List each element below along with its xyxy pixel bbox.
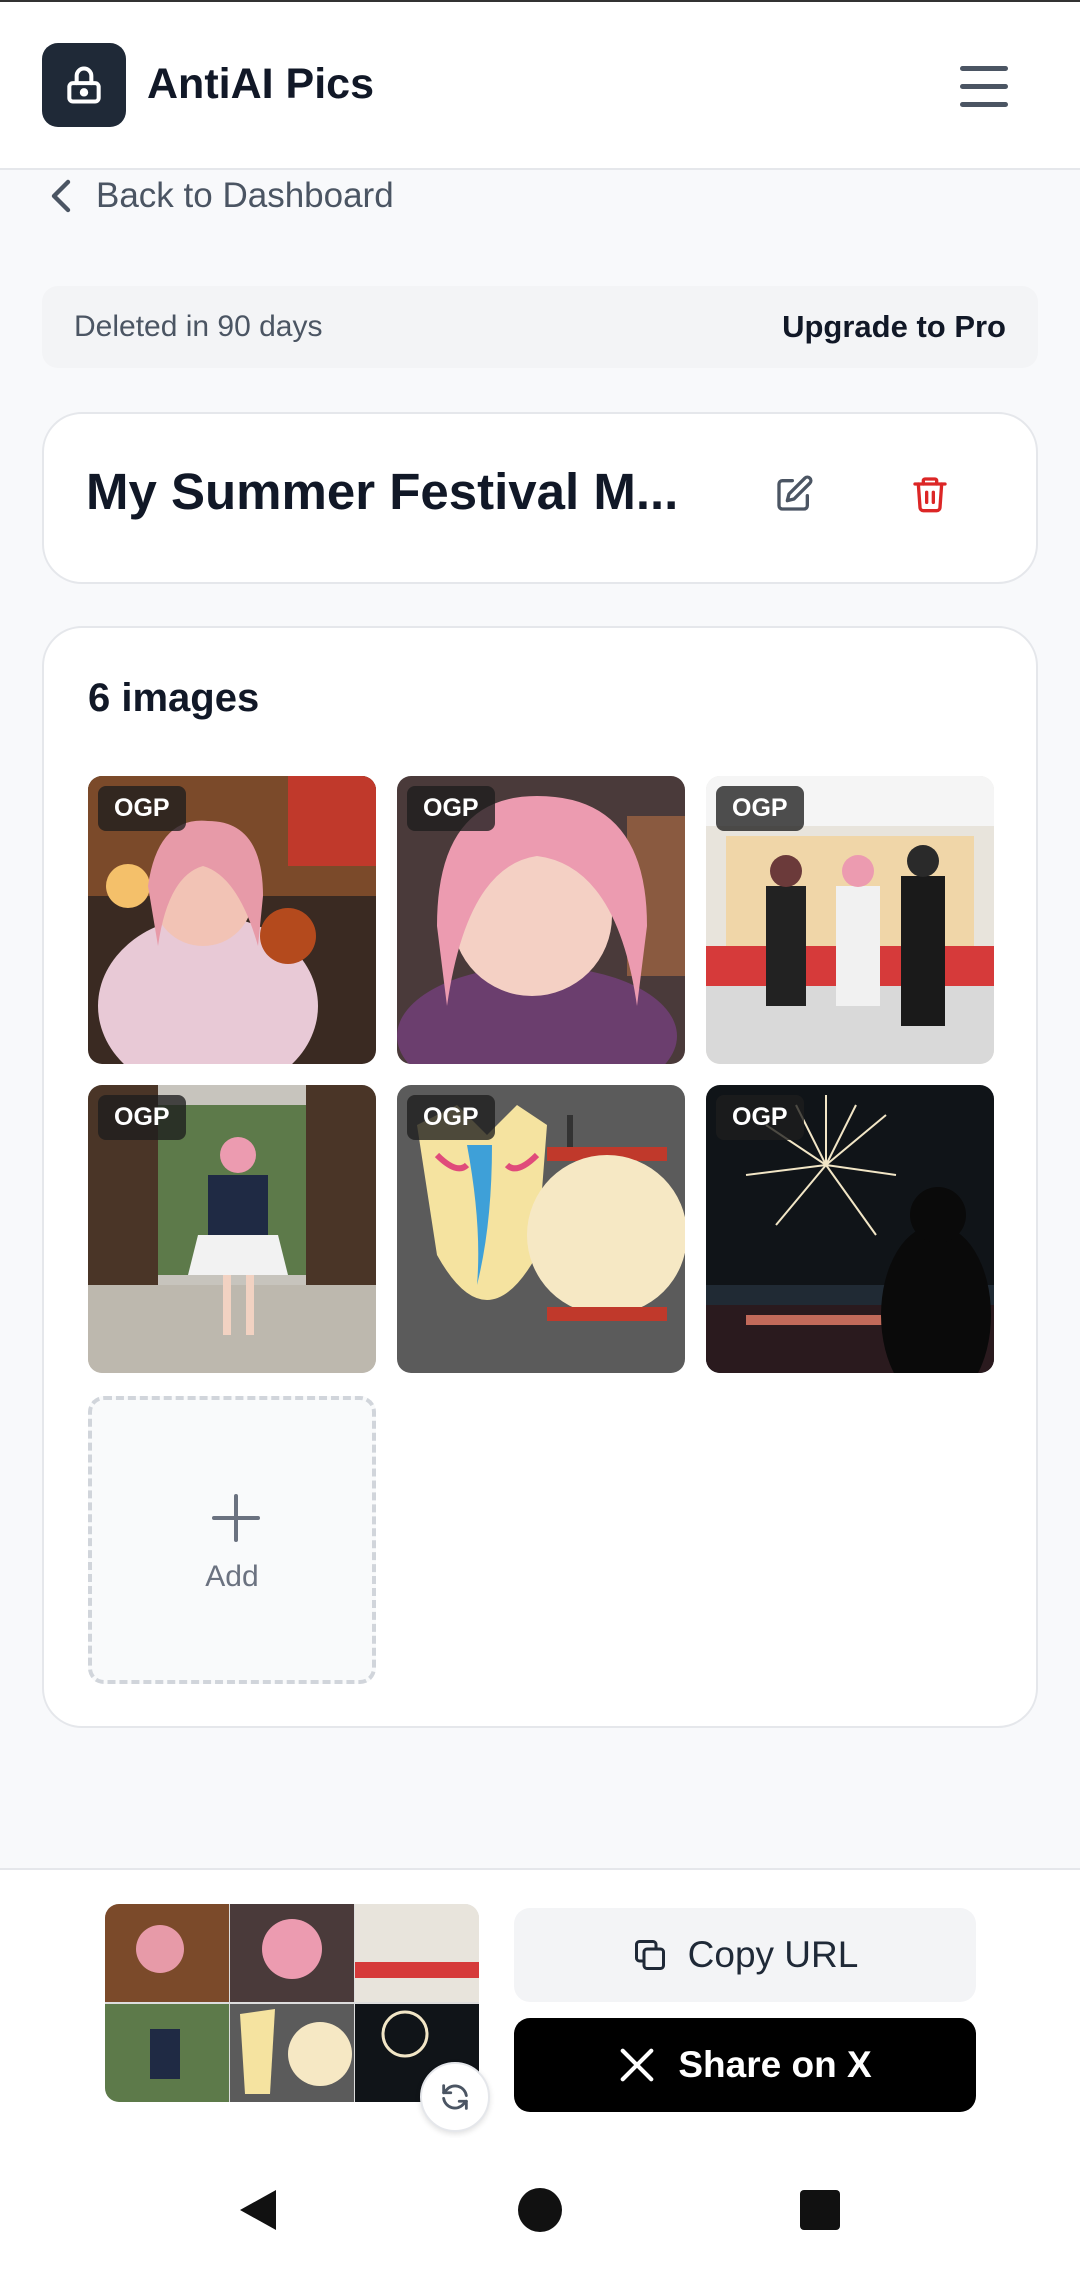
- copy-url-button[interactable]: Copy URL: [514, 1908, 976, 2002]
- image-thumbnail[interactable]: OGP: [88, 776, 376, 1064]
- retention-text: Deleted in 90 days: [74, 310, 323, 343]
- plus-icon: [212, 1494, 260, 1542]
- recents-square-icon[interactable]: [798, 2188, 842, 2232]
- back-to-dashboard-link[interactable]: Back to Dashboard: [48, 172, 394, 220]
- system-navigation-bar: [0, 2138, 1080, 2273]
- image-thumbnail[interactable]: OGP: [706, 1085, 994, 1373]
- image-thumbnail[interactable]: OGP: [397, 776, 685, 1064]
- refresh-icon: [442, 2084, 468, 2110]
- lock-icon: [67, 66, 101, 104]
- ogp-badge: OGP: [98, 1095, 186, 1140]
- regenerate-preview-button[interactable]: [420, 2062, 490, 2132]
- x-logo-icon: [621, 2048, 654, 2082]
- plan-banner: Deleted in 90 days Upgrade to Pro: [42, 286, 1038, 368]
- ogp-badge: OGP: [716, 1095, 804, 1140]
- upgrade-link[interactable]: Upgrade to Pro: [782, 309, 1006, 345]
- back-triangle-icon[interactable]: [234, 2186, 280, 2234]
- hamburger-menu-icon[interactable]: [950, 58, 1020, 114]
- back-label: Back to Dashboard: [96, 176, 394, 215]
- app-title: AntiAI Pics: [147, 60, 374, 108]
- home-circle-icon[interactable]: [516, 2186, 564, 2234]
- share-bar: Copy URL Share on X: [0, 1868, 1080, 2138]
- ogp-badge: OGP: [407, 1095, 495, 1140]
- ogp-preview-image: [105, 1904, 479, 2102]
- collage-preview: [105, 1904, 479, 2102]
- app-header: AntiAI Pics: [0, 2, 1080, 170]
- delete-album-button[interactable]: [910, 474, 960, 524]
- trash-icon: [913, 477, 947, 513]
- image-count: 6 images: [88, 676, 260, 720]
- share-on-x-button[interactable]: Share on X: [514, 2018, 976, 2112]
- album-title-card: My Summer Festival M...: [42, 412, 1038, 584]
- image-thumbnail[interactable]: OGP: [397, 1085, 685, 1373]
- image-thumbnail[interactable]: OGP: [706, 776, 994, 1064]
- album-title: My Summer Festival M...: [86, 463, 679, 520]
- add-image-button[interactable]: Add: [88, 1396, 376, 1684]
- ogp-badge: OGP: [98, 786, 186, 831]
- edit-title-button[interactable]: [774, 474, 824, 524]
- share-on-x-label: Share on X: [678, 2044, 872, 2085]
- app-logo[interactable]: [42, 43, 126, 127]
- copy-icon: [634, 1940, 665, 1970]
- copy-url-label: Copy URL: [687, 1934, 859, 1975]
- ogp-badge: OGP: [716, 786, 804, 831]
- add-label: Add: [205, 1560, 259, 1593]
- edit-icon: [777, 475, 813, 511]
- image-thumbnail[interactable]: OGP: [88, 1085, 376, 1373]
- chevron-left-icon: [51, 179, 71, 213]
- ogp-badge: OGP: [407, 786, 495, 831]
- images-card: 6 images OGP OGP OGP OGP OGP OGP Add: [42, 626, 1038, 1728]
